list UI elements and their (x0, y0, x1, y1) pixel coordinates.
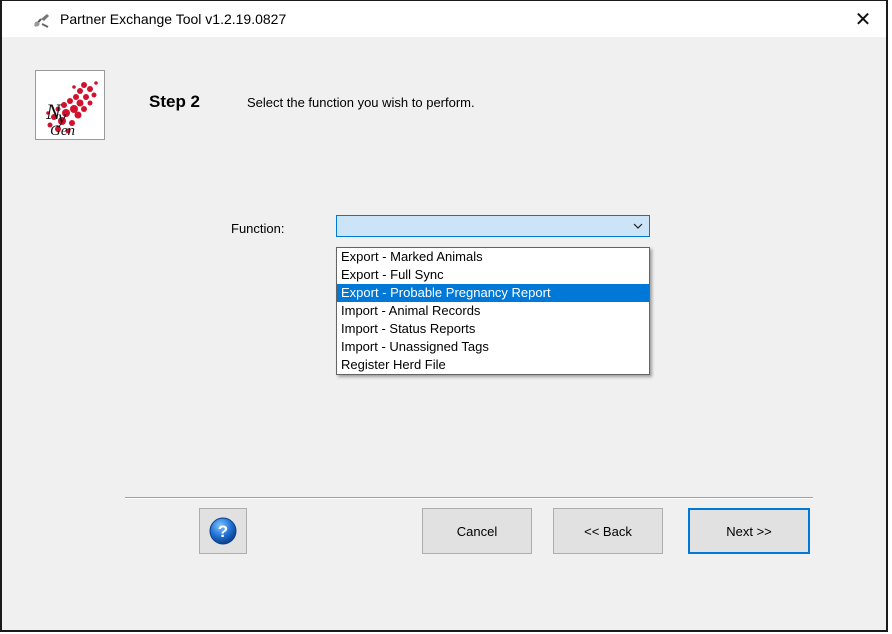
title-bar[interactable]: Partner Exchange Tool v1.2.19.0827 ✕ (2, 1, 886, 37)
svg-text:?: ? (218, 522, 228, 541)
app-window: Partner Exchange Tool v1.2.19.0827 ✕ N y (0, 0, 888, 632)
function-dropdown-list: Export - Marked Animals Export - Full Sy… (336, 247, 650, 375)
option-import-status-reports[interactable]: Import - Status Reports (337, 320, 649, 338)
back-button[interactable]: << Back (553, 508, 663, 554)
svg-text:Gen: Gen (50, 123, 75, 139)
cancel-button[interactable]: Cancel (422, 508, 532, 554)
next-button[interactable]: Next >> (688, 508, 810, 554)
option-import-animal-records[interactable]: Import - Animal Records (337, 302, 649, 320)
help-icon: ? (208, 516, 238, 546)
option-export-probable-pregnancy-report[interactable]: Export - Probable Pregnancy Report (337, 284, 649, 302)
close-icon: ✕ (854, 8, 872, 31)
help-button[interactable]: ? (199, 508, 247, 554)
option-export-marked-animals[interactable]: Export - Marked Animals (337, 248, 649, 266)
option-register-herd-file[interactable]: Register Herd File (337, 356, 649, 374)
ny-gen-logo: N y Gen (35, 70, 105, 140)
step-title: Step 2 (149, 92, 201, 111)
app-icon (32, 10, 52, 30)
step-description: Select the function you wish to perform. (247, 95, 475, 110)
footer-divider (125, 497, 813, 499)
function-label: Function: (231, 221, 285, 236)
option-import-unassigned-tags[interactable]: Import - Unassigned Tags (337, 338, 649, 356)
chevron-down-icon[interactable] (631, 219, 645, 233)
window-title: Partner Exchange Tool v1.2.19.0827 (60, 11, 287, 27)
function-select[interactable] (336, 215, 650, 237)
close-button[interactable]: ✕ (840, 1, 886, 37)
option-export-full-sync[interactable]: Export - Full Sync (337, 266, 649, 284)
